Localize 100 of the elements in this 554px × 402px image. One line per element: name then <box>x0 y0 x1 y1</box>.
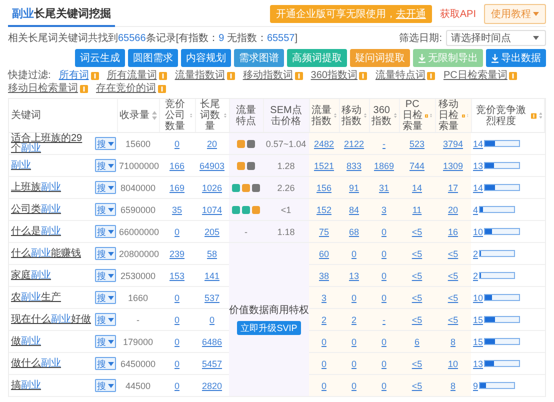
filter-link[interactable]: 360指数词 <box>310 70 358 82</box>
number-link[interactable]: <5 <box>412 270 422 280</box>
open-link[interactable]: 去开通 <box>396 7 426 21</box>
toolbar-button[interactable]: 疑问词提取 <box>350 49 410 67</box>
number-link[interactable]: 2482 <box>314 138 334 148</box>
number-link[interactable]: 0 <box>321 380 326 390</box>
number-link[interactable]: - <box>382 314 386 324</box>
keyword-link[interactable]: 做副业 <box>11 336 91 346</box>
number-link[interactable]: <5 <box>412 248 422 258</box>
number-link[interactable]: 13 <box>348 270 359 280</box>
number-link[interactable]: 60 <box>318 248 329 258</box>
search-button[interactable]: 搜 <box>95 159 116 172</box>
number-link[interactable]: 9 <box>473 380 478 390</box>
number-link[interactable]: 744 <box>409 160 425 170</box>
number-link[interactable]: 0 <box>174 380 180 390</box>
keyword-link[interactable]: 什么副业能赚钱 <box>11 248 91 258</box>
number-link[interactable]: 20 <box>448 204 458 214</box>
number-link[interactable]: 75 <box>318 226 329 236</box>
number-link[interactable]: <5 <box>448 248 458 258</box>
number-link[interactable]: 523 <box>409 138 425 148</box>
filter-link[interactable]: 所有流量词 <box>106 70 157 82</box>
number-link[interactable]: 0 <box>351 380 356 390</box>
number-link[interactable]: 35 <box>172 204 182 214</box>
number-link[interactable]: 6 <box>414 336 420 346</box>
number-link[interactable]: 1026 <box>202 182 222 192</box>
number-link[interactable]: - <box>382 138 386 148</box>
number-link[interactable]: 58 <box>206 248 217 258</box>
search-button[interactable]: 搜 <box>95 137 116 150</box>
number-link[interactable]: 31 <box>378 182 389 192</box>
keyword-link[interactable]: 公司类副业 <box>11 204 91 214</box>
keyword-link[interactable]: 副业 <box>11 160 91 170</box>
number-link[interactable]: 17 <box>448 182 458 192</box>
keyword-link[interactable]: 做什么副业 <box>11 358 91 368</box>
search-button[interactable]: 搜 <box>95 181 116 194</box>
number-link[interactable]: 0 <box>381 248 386 258</box>
search-button[interactable]: 搜 <box>95 379 116 392</box>
number-link[interactable]: 3 <box>381 204 386 214</box>
number-link[interactable]: 0 <box>351 336 356 346</box>
number-link[interactable]: 2122 <box>344 138 364 148</box>
number-link[interactable]: <5 <box>448 314 458 324</box>
number-link[interactable]: 0 <box>174 314 180 324</box>
number-link[interactable]: 0 <box>381 358 386 368</box>
number-link[interactable]: 0 <box>351 248 356 258</box>
number-link[interactable]: 0 <box>351 358 356 368</box>
number-link[interactable]: <5 <box>412 314 422 324</box>
number-link[interactable]: 0 <box>174 226 180 236</box>
search-button[interactable]: 搜 <box>95 247 116 260</box>
number-link[interactable]: 38 <box>318 270 329 280</box>
number-link[interactable]: 91 <box>348 182 359 192</box>
api-link[interactable]: 获取API <box>440 7 476 21</box>
search-button[interactable]: 搜 <box>95 225 116 238</box>
number-link[interactable]: 0 <box>351 292 356 302</box>
sort-icon[interactable] <box>538 111 542 120</box>
number-link[interactable]: 68 <box>348 226 359 236</box>
keyword-link[interactable]: 家庭副业 <box>11 270 91 280</box>
search-button[interactable]: 搜 <box>95 269 116 282</box>
number-link[interactable]: 2820 <box>202 380 222 390</box>
toolbar-button[interactable]: 导出数据 <box>486 49 546 67</box>
number-link[interactable]: 0 <box>174 138 180 148</box>
keyword-link[interactable]: 现在什么副业好做 <box>11 314 91 324</box>
filter-link[interactable]: PC日检索量词 <box>443 70 508 82</box>
keyword-link[interactable]: 上班族副业 <box>11 182 91 192</box>
number-link[interactable]: 16 <box>448 226 458 236</box>
number-link[interactable]: 537 <box>204 292 220 302</box>
filter-link[interactable]: 移动日检索量词 <box>8 83 78 95</box>
number-link[interactable]: <5 <box>412 358 422 368</box>
number-link[interactable]: 0 <box>321 358 326 368</box>
number-link[interactable]: 6486 <box>202 336 222 346</box>
keyword-link[interactable]: 农副业生产 <box>11 292 91 302</box>
number-link[interactable]: <5 <box>448 270 458 280</box>
number-link[interactable]: 2 <box>473 270 478 280</box>
number-link[interactable]: 169 <box>169 182 185 192</box>
number-link[interactable]: 13 <box>473 160 484 170</box>
number-link[interactable]: 8 <box>450 336 456 346</box>
number-link[interactable]: 205 <box>204 226 220 236</box>
number-link[interactable]: 1309 <box>442 160 464 170</box>
number-link[interactable]: 14 <box>473 138 484 148</box>
number-link[interactable]: 3794 <box>442 138 464 148</box>
number-link[interactable]: 0 <box>381 336 386 346</box>
number-link[interactable]: 10 <box>473 292 484 302</box>
toolbar-button[interactable]: 内容规划 <box>181 49 231 67</box>
number-link[interactable]: <5 <box>412 380 422 390</box>
search-button[interactable]: 搜 <box>95 335 116 348</box>
number-link[interactable]: <5 <box>412 226 422 236</box>
number-link[interactable]: 10 <box>448 358 458 368</box>
toolbar-button[interactable]: 词云生成 <box>75 49 125 67</box>
number-link[interactable]: 0 <box>174 358 180 368</box>
number-link[interactable]: 1869 <box>374 160 394 170</box>
number-link[interactable]: 2 <box>351 314 356 324</box>
search-button[interactable]: 搜 <box>95 203 116 216</box>
search-button[interactable]: 搜 <box>95 357 116 370</box>
number-link[interactable]: 0 <box>381 380 386 390</box>
number-link[interactable]: 3 <box>321 292 326 302</box>
number-link[interactable]: 0 <box>381 226 386 236</box>
number-link[interactable]: 0 <box>321 336 326 346</box>
toolbar-button[interactable]: 高频词提取 <box>287 49 347 67</box>
number-link[interactable]: 15 <box>473 314 484 324</box>
number-link[interactable]: 0 <box>209 314 214 324</box>
number-link[interactable]: 13 <box>473 358 484 368</box>
number-link[interactable]: 166 <box>169 160 185 170</box>
